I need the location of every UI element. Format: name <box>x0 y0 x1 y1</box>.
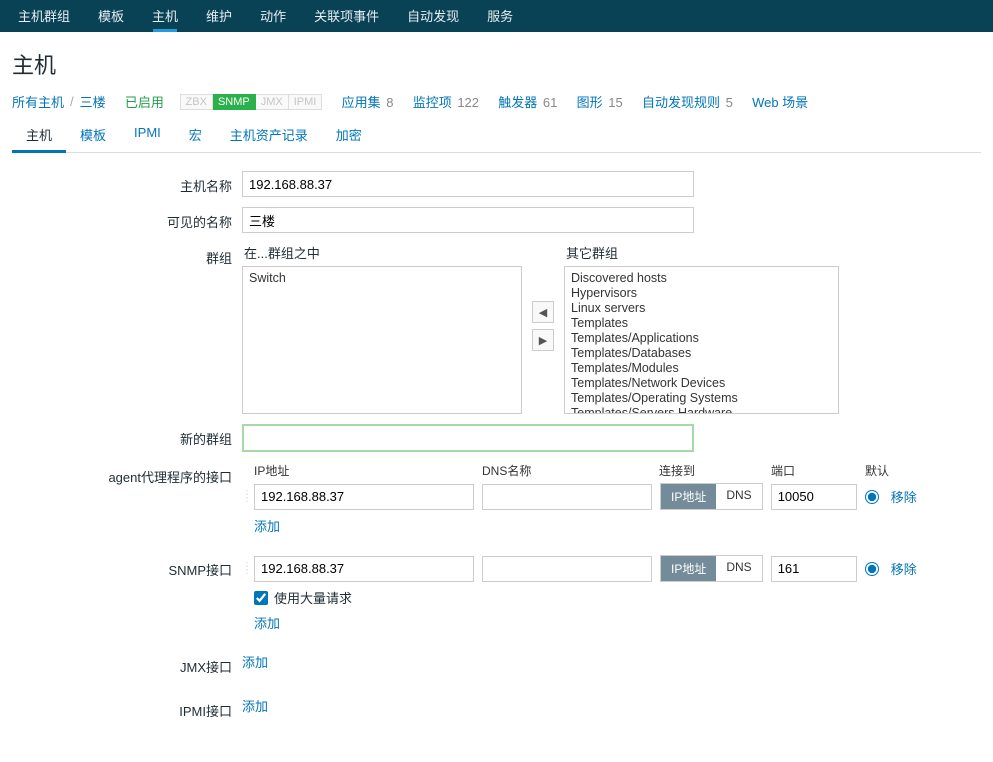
snmp-default-radio[interactable] <box>865 562 879 576</box>
breadcrumb-current[interactable]: 三楼 <box>80 92 106 111</box>
list-item[interactable]: Discovered hosts <box>565 271 838 286</box>
ipmi-add-link[interactable]: 添加 <box>242 696 268 715</box>
label-snmp-iface: SNMP接口 <box>12 555 242 579</box>
toggle-ip[interactable]: IP地址 <box>661 556 716 581</box>
agent-port-input[interactable] <box>771 484 857 510</box>
nav-hostgroups[interactable]: 主机群组 <box>4 0 84 31</box>
breadcrumb-all-hosts[interactable]: 所有主机 <box>12 92 64 111</box>
content: 主机 所有主机 / 三楼 已启用 ZBX SNMP JMX IPMI 应用集 8… <box>0 32 993 740</box>
snmp-remove-link[interactable]: 移除 <box>891 559 917 578</box>
tag-zbx: ZBX <box>180 94 213 110</box>
drag-handle-icon[interactable]: ⋮⋮⋮⋮ <box>242 493 254 501</box>
col-port: 端口 <box>771 462 865 479</box>
toggle-dns[interactable]: DNS <box>716 484 761 509</box>
label-jmx-iface: JMX接口 <box>12 652 242 676</box>
arrow-left-icon[interactable]: ◀ <box>532 301 554 323</box>
in-groups-header: 在...群组之中 <box>242 243 522 262</box>
other-groups-header: 其它群组 <box>564 243 839 262</box>
input-new-group[interactable] <box>242 424 694 452</box>
snmp-port-input[interactable] <box>771 556 857 582</box>
nav-correlation[interactable]: 关联项事件 <box>300 0 393 31</box>
list-item[interactable]: Templates/Servers Hardware <box>565 406 838 414</box>
link-triggers[interactable]: 触发器 61 <box>498 92 557 111</box>
nav-maintenance[interactable]: 维护 <box>192 0 246 31</box>
tab-ipmi[interactable]: IPMI <box>120 119 175 152</box>
snmp-bulk-checkbox[interactable] <box>254 591 268 605</box>
other-groups-listbox[interactable]: Discovered hosts Hypervisors Linux serve… <box>564 266 839 414</box>
snmp-dns-input[interactable] <box>482 556 652 582</box>
jmx-add-link[interactable]: 添加 <box>242 652 268 671</box>
list-item[interactable]: Switch <box>243 271 521 286</box>
tab-templates[interactable]: 模板 <box>66 119 120 152</box>
toggle-ip[interactable]: IP地址 <box>661 484 716 509</box>
tag-snmp: SNMP <box>213 94 256 110</box>
nav-hosts[interactable]: 主机 <box>138 0 192 31</box>
agent-add-link[interactable]: 添加 <box>254 516 280 535</box>
link-discovery[interactable]: 自动发现规则 5 <box>642 92 733 111</box>
sub-tabs: 主机 模板 IPMI 宏 主机资产记录 加密 <box>12 119 981 153</box>
col-dns: DNS名称 <box>482 462 659 479</box>
label-visible-name: 可见的名称 <box>12 207 242 231</box>
list-item[interactable]: Templates/Applications <box>565 331 838 346</box>
in-groups-listbox[interactable]: Switch <box>242 266 522 414</box>
drag-handle-icon[interactable]: ⋮⋮⋮⋮ <box>242 565 254 573</box>
arrow-right-icon[interactable]: ▶ <box>532 329 554 351</box>
agent-iface-row: ⋮⋮⋮⋮ IP地址 DNS 移除 <box>242 483 981 510</box>
agent-ip-input[interactable] <box>254 484 474 510</box>
toggle-dns[interactable]: DNS <box>716 556 761 581</box>
label-ipmi-iface: IPMI接口 <box>12 696 242 720</box>
page-title: 主机 <box>12 48 981 80</box>
agent-dns-input[interactable] <box>482 484 652 510</box>
label-host-name: 主机名称 <box>12 171 242 195</box>
agent-default-radio[interactable] <box>865 490 879 504</box>
iface-header: IP地址 DNS名称 连接到 端口 默认 <box>242 462 981 479</box>
tab-inventory[interactable]: 主机资产记录 <box>216 119 322 152</box>
tab-host[interactable]: 主机 <box>12 119 66 153</box>
col-default: 默认 <box>865 462 945 479</box>
snmp-ip-input[interactable] <box>254 556 474 582</box>
nav-services[interactable]: 服务 <box>473 0 527 31</box>
list-item[interactable]: Templates/Databases <box>565 346 838 361</box>
list-item[interactable]: Linux servers <box>565 301 838 316</box>
nav-actions[interactable]: 动作 <box>246 0 300 31</box>
status-enabled: 已启用 <box>125 92 164 111</box>
input-host-name[interactable] <box>242 171 694 197</box>
link-graphs[interactable]: 图形 15 <box>577 92 623 111</box>
agent-remove-link[interactable]: 移除 <box>891 487 917 506</box>
label-new-group: 新的群组 <box>12 424 242 448</box>
snmp-add-link[interactable]: 添加 <box>254 613 280 632</box>
snmp-iface-row: ⋮⋮⋮⋮ IP地址 DNS 移除 <box>242 555 981 582</box>
tab-encryption[interactable]: 加密 <box>322 119 376 152</box>
nav-discovery[interactable]: 自动发现 <box>393 0 473 31</box>
tag-jmx: JMX <box>256 94 289 110</box>
nav-templates[interactable]: 模板 <box>84 0 138 31</box>
tag-ipmi: IPMI <box>289 94 323 110</box>
input-visible-name[interactable] <box>242 207 694 233</box>
snmp-connect-toggle[interactable]: IP地址 DNS <box>660 555 763 582</box>
link-items[interactable]: 监控项 122 <box>413 92 479 111</box>
top-nav: 主机群组 模板 主机 维护 动作 关联项事件 自动发现 服务 <box>0 0 993 32</box>
breadcrumb: 所有主机 / 三楼 已启用 ZBX SNMP JMX IPMI 应用集 8 监控… <box>12 92 981 111</box>
link-apps[interactable]: 应用集 8 <box>342 92 394 111</box>
label-groups: 群组 <box>12 243 242 267</box>
list-item[interactable]: Templates <box>565 316 838 331</box>
label-agent-iface: agent代理程序的接口 <box>12 462 242 486</box>
breadcrumb-sep: / <box>70 94 74 109</box>
col-ip: IP地址 <box>254 462 482 479</box>
agent-connect-toggle[interactable]: IP地址 DNS <box>660 483 763 510</box>
link-web[interactable]: Web 场景 <box>752 92 808 111</box>
list-item[interactable]: Templates/Modules <box>565 361 838 376</box>
monitor-tags: ZBX SNMP JMX IPMI <box>180 94 323 110</box>
col-connect: 连接到 <box>659 462 771 479</box>
tab-macros[interactable]: 宏 <box>175 119 216 152</box>
list-item[interactable]: Templates/Operating Systems <box>565 391 838 406</box>
snmp-bulk-label: 使用大量请求 <box>274 588 352 607</box>
list-item[interactable]: Templates/Network Devices <box>565 376 838 391</box>
list-item[interactable]: Hypervisors <box>565 286 838 301</box>
